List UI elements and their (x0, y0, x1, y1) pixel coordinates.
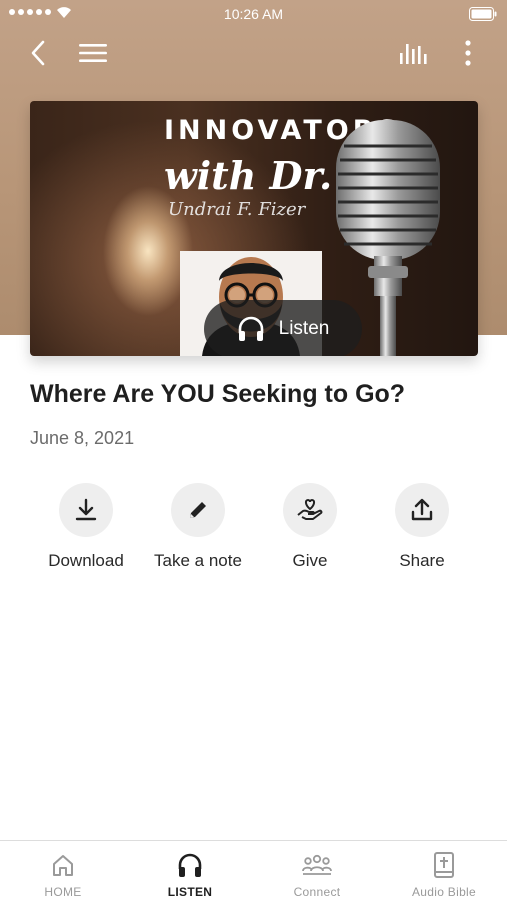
share-icon (411, 498, 433, 521)
tab-connect-label: Connect (293, 885, 341, 899)
episode-artwork[interactable]: INNOVATORS with Dr. Undrai F. Fizer List… (30, 101, 478, 356)
give-button[interactable]: Give (254, 483, 366, 571)
listen-label: Listen (278, 318, 330, 339)
hamburger-menu-icon (79, 44, 107, 62)
chevron-left-icon (31, 40, 45, 66)
status-time: 10:26 AM (223, 6, 284, 22)
download-label: Download (48, 551, 124, 570)
share-icon-circle[interactable] (395, 483, 449, 537)
more-options-button[interactable] (451, 36, 485, 70)
menu-button[interactable] (76, 36, 110, 70)
episode-title: Where Are YOU Seeking to Go? (30, 380, 406, 408)
pencil-icon (190, 502, 206, 518)
take-note-icon-circle[interactable] (171, 483, 225, 537)
home-icon (53, 855, 73, 876)
download-icon (75, 498, 97, 521)
bible-icon (434, 852, 454, 878)
tab-connect[interactable]: Connect (254, 841, 380, 901)
tab-audio-bible[interactable]: Audio Bible (381, 841, 507, 901)
headphones-icon (238, 316, 263, 341)
tab-home[interactable]: HOME (0, 841, 126, 901)
back-button[interactable] (21, 36, 55, 70)
tab-listen[interactable]: LISTEN (127, 841, 253, 901)
give-label: Give (292, 551, 328, 570)
status-bar: 10:26 AM (0, 0, 507, 28)
bottom-tab-bar: HOME LISTEN Connect Audio Bible (0, 840, 507, 901)
artwork-title-line3: Undrai F. Fizer (168, 199, 306, 220)
take-note-label: Take a note (154, 551, 242, 570)
give-icon-circle[interactable] (283, 483, 337, 537)
tab-home-label: HOME (44, 885, 82, 899)
artwork-title-line2: with Dr. (164, 153, 333, 198)
headphones-icon (178, 853, 202, 877)
action-row: Download Take a note Give Share (30, 483, 478, 573)
take-note-button[interactable]: Take a note (142, 483, 254, 571)
share-label: Share (399, 551, 445, 570)
download-button[interactable]: Download (30, 483, 142, 571)
episode-date: June 8, 2021 (30, 428, 135, 448)
give-icon (297, 498, 323, 520)
audio-levels-button[interactable] (397, 36, 431, 70)
share-button[interactable]: Share (366, 483, 478, 571)
battery-icon (469, 7, 497, 21)
tab-listen-label: LISTEN (167, 885, 213, 899)
more-vertical-icon (465, 40, 471, 66)
download-icon-circle[interactable] (59, 483, 113, 537)
people-icon (302, 854, 332, 875)
audio-levels-icon (400, 44, 427, 64)
tab-audio-bible-label: Audio Bible (411, 885, 476, 899)
listen-button[interactable]: Listen (204, 300, 362, 356)
